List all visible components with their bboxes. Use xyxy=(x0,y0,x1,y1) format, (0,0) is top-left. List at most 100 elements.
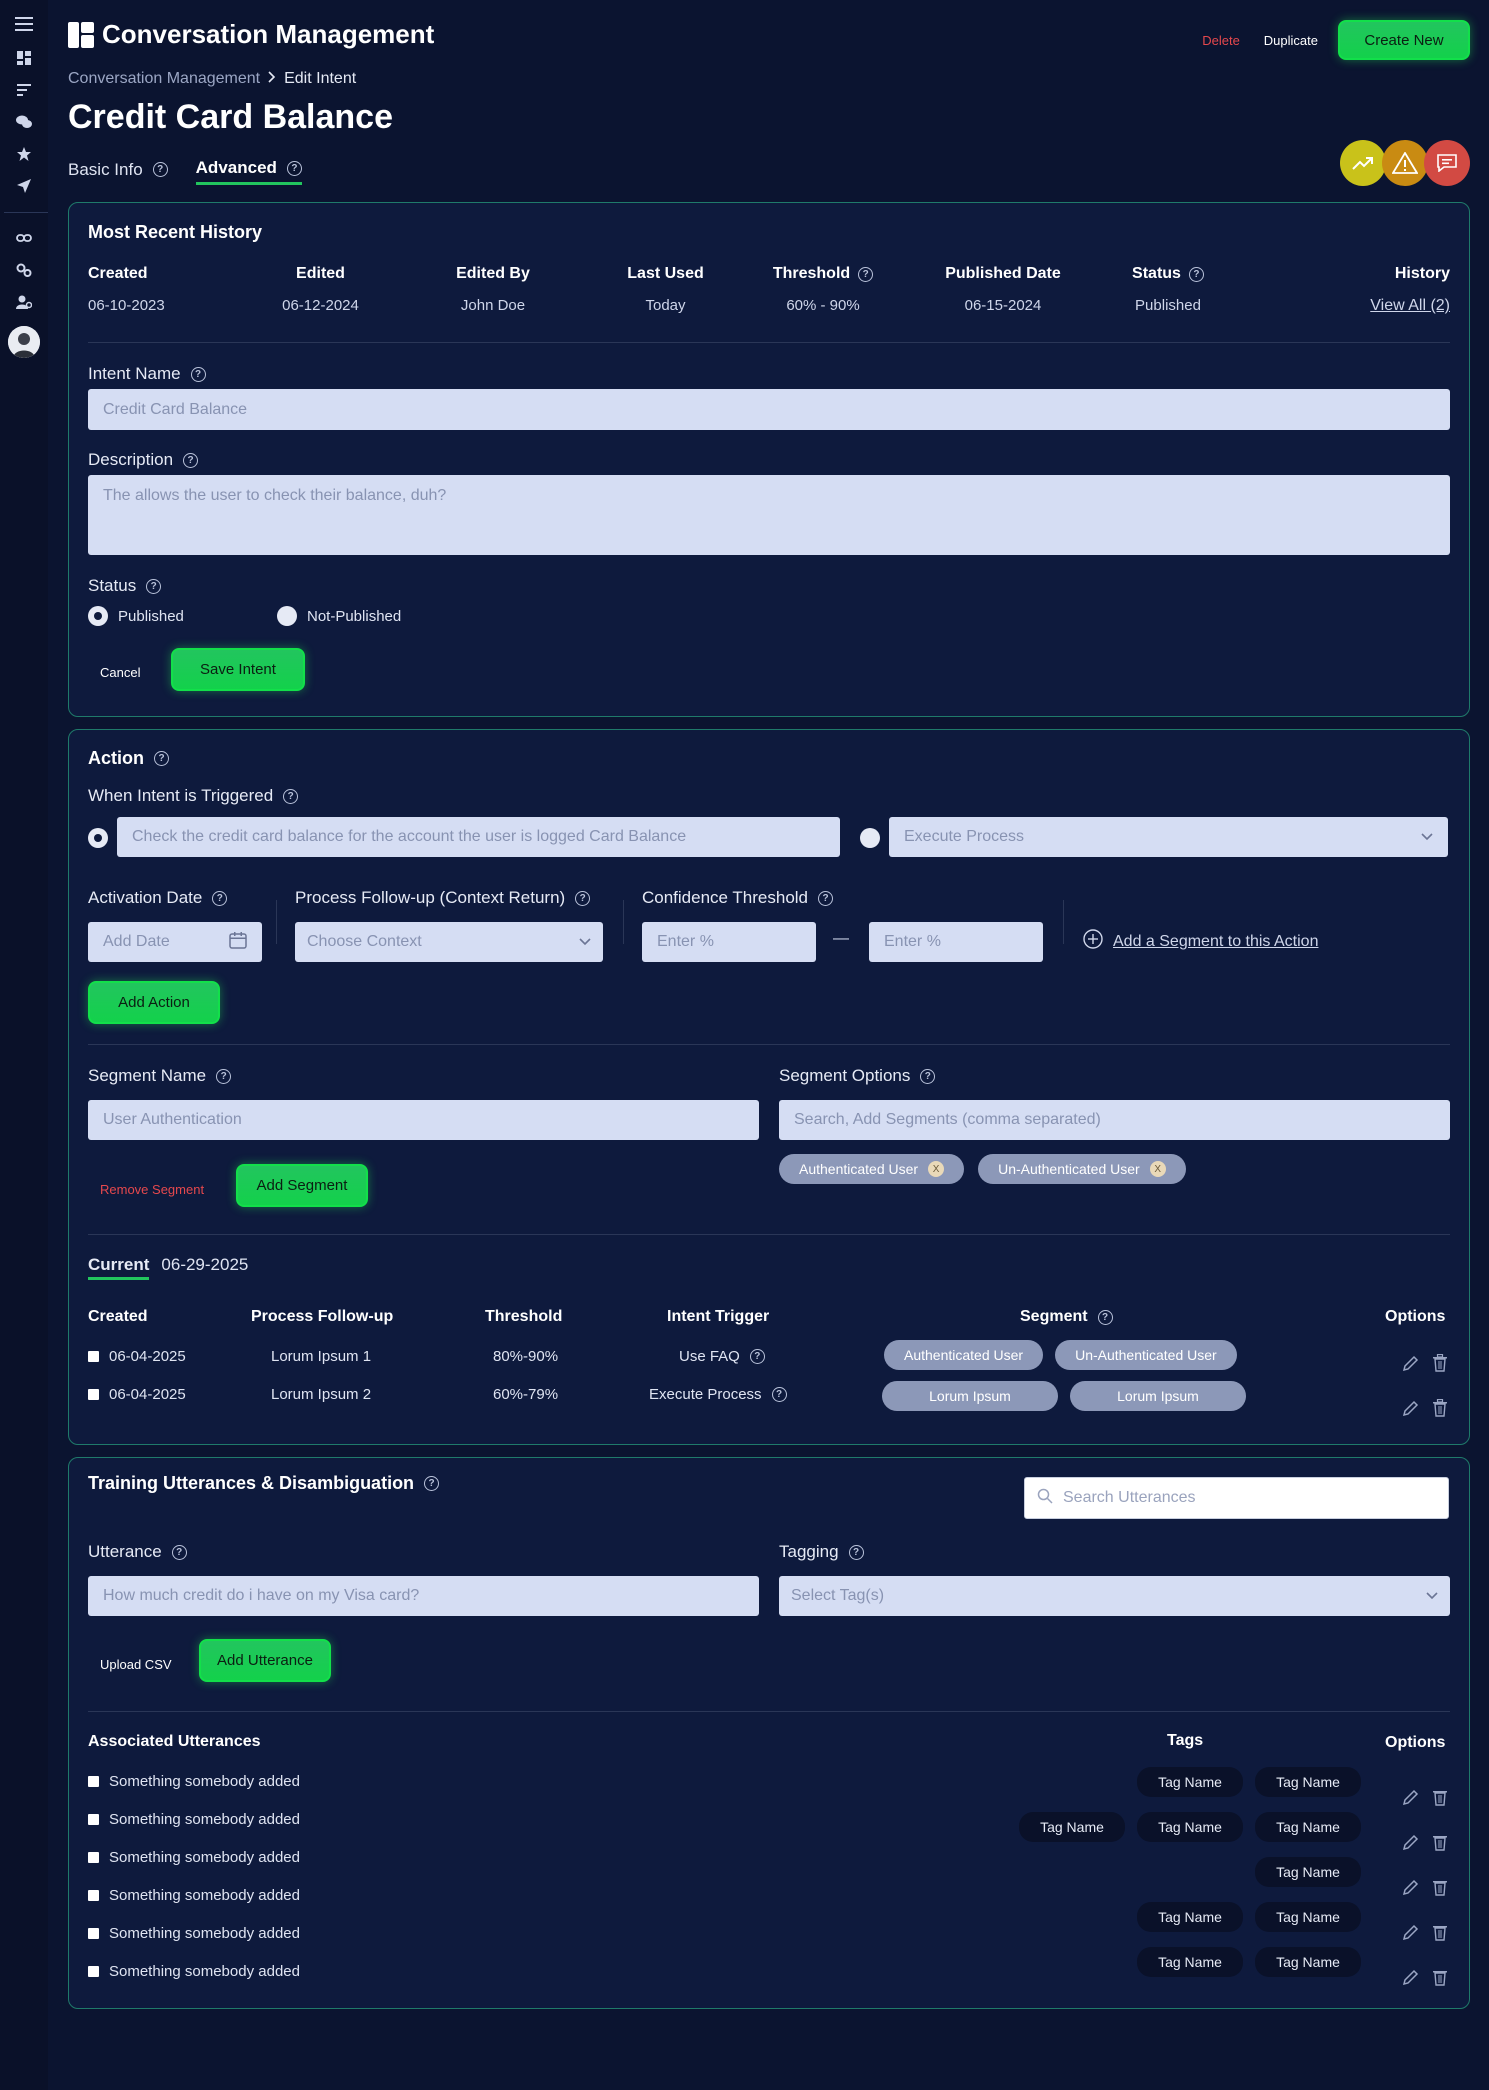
view-all-link[interactable]: View All (2) xyxy=(1370,297,1450,314)
tag-pill[interactable]: Tag Name xyxy=(1019,1812,1125,1842)
add-utterance-button[interactable]: Add Utterance xyxy=(199,1639,331,1682)
help-icon[interactable]: ? xyxy=(848,1544,864,1560)
edit-icon[interactable] xyxy=(1402,1833,1420,1851)
save-intent-button[interactable]: Save Intent xyxy=(171,648,305,691)
process-select[interactable]: Execute Process xyxy=(889,817,1448,857)
row-checkbox[interactable] xyxy=(88,1814,99,1825)
radio-published[interactable]: Published xyxy=(88,606,184,626)
cancel-button[interactable]: Cancel xyxy=(88,657,152,688)
process-radio[interactable] xyxy=(860,828,880,848)
context-select[interactable]: Choose Context xyxy=(295,922,603,962)
trigger-input[interactable]: Check the credit card balance for the ac… xyxy=(117,817,840,857)
trending-icon[interactable] xyxy=(1340,140,1386,186)
help-icon[interactable]: ? xyxy=(190,366,206,382)
menu-icon[interactable] xyxy=(14,14,34,34)
trash-icon[interactable] xyxy=(1432,1398,1450,1417)
create-new-button[interactable]: Create New xyxy=(1338,20,1470,60)
description-textarea[interactable]: The allows the user to check their balan… xyxy=(88,475,1450,555)
help-icon[interactable]: ? xyxy=(1097,1309,1113,1325)
help-icon[interactable]: ? xyxy=(286,160,302,176)
row-checkbox[interactable] xyxy=(88,1966,99,1977)
message-icon[interactable] xyxy=(1424,140,1470,186)
edit-icon[interactable] xyxy=(1402,1968,1420,1986)
tag-pill[interactable]: Tag Name xyxy=(1255,1947,1361,1977)
tag-pill[interactable]: Tag Name xyxy=(1255,1767,1361,1797)
tag-pill[interactable]: Tag Name xyxy=(1137,1767,1243,1797)
segment-name-input[interactable]: User Authentication xyxy=(88,1100,759,1140)
help-icon[interactable]: ? xyxy=(920,1068,936,1084)
tag-pill[interactable]: Tag Name xyxy=(1137,1812,1243,1842)
radio-button[interactable] xyxy=(88,606,108,626)
radio-not-published[interactable]: Not-Published xyxy=(277,606,401,626)
radio-button[interactable] xyxy=(277,606,297,626)
utterance-input[interactable]: How much credit do i have on my Visa car… xyxy=(88,1576,759,1616)
activation-date-input[interactable]: Add Date xyxy=(88,922,262,962)
search-utterances-input[interactable]: Search Utterances xyxy=(1024,1477,1449,1519)
current-tab[interactable]: Current xyxy=(88,1255,150,1280)
help-icon[interactable]: ? xyxy=(216,1068,232,1084)
tag-pill[interactable]: Tag Name xyxy=(1137,1947,1243,1977)
warning-icon[interactable] xyxy=(1382,140,1428,186)
breadcrumb-parent[interactable]: Conversation Management xyxy=(68,70,260,88)
help-icon[interactable]: ? xyxy=(146,578,162,594)
user-settings-icon[interactable] xyxy=(14,292,34,312)
trash-icon[interactable] xyxy=(1432,1353,1450,1372)
settings-icon[interactable] xyxy=(14,260,34,280)
row-checkbox[interactable] xyxy=(88,1776,99,1787)
add-segment-button[interactable]: Add Segment xyxy=(236,1164,368,1207)
close-icon[interactable]: X xyxy=(1149,1161,1166,1177)
close-icon[interactable]: X xyxy=(928,1161,945,1177)
row-checkbox[interactable] xyxy=(88,1890,99,1901)
help-icon[interactable]: ? xyxy=(575,890,591,906)
help-icon[interactable]: ? xyxy=(152,162,168,177)
add-action-button[interactable]: Add Action xyxy=(88,981,220,1024)
help-icon[interactable]: ? xyxy=(183,452,199,468)
confidence-max-input[interactable]: Enter % xyxy=(869,922,1043,962)
row-checkbox[interactable] xyxy=(88,1852,99,1863)
help-icon[interactable]: ? xyxy=(424,1476,440,1491)
tab-basic-info[interactable]: Basic Info ? xyxy=(68,158,168,185)
help-icon[interactable]: ? xyxy=(171,1544,187,1560)
tag-pill[interactable]: Tag Name xyxy=(1255,1812,1361,1842)
edit-icon[interactable] xyxy=(1402,1399,1420,1417)
calendar-icon[interactable] xyxy=(229,931,247,954)
help-icon[interactable]: ? xyxy=(212,890,228,906)
edit-icon[interactable] xyxy=(1402,1878,1420,1896)
trigger-radio[interactable] xyxy=(88,828,108,848)
edit-icon[interactable] xyxy=(1402,1788,1420,1806)
send-icon[interactable] xyxy=(14,176,34,196)
trash-icon[interactable] xyxy=(1432,1968,1450,1986)
segment-options-input[interactable]: Search, Add Segments (comma separated) xyxy=(779,1100,1450,1140)
tag-select[interactable]: Select Tag(s) xyxy=(779,1576,1450,1616)
trash-icon[interactable] xyxy=(1432,1878,1450,1896)
add-segment-link[interactable]: Add a Segment to this Action xyxy=(1083,929,1318,954)
trash-icon[interactable] xyxy=(1432,1833,1450,1851)
help-icon[interactable]: ? xyxy=(1188,266,1204,282)
help-icon[interactable]: ? xyxy=(749,1349,765,1364)
link-icon[interactable] xyxy=(14,228,34,248)
star-icon[interactable] xyxy=(14,144,34,164)
dashboard-icon[interactable] xyxy=(14,48,34,68)
duplicate-button[interactable]: Duplicate xyxy=(1252,25,1330,56)
tag-pill[interactable]: Tag Name xyxy=(1255,1857,1361,1887)
tag-pill[interactable]: Tag Name xyxy=(1255,1902,1361,1932)
trash-icon[interactable] xyxy=(1432,1923,1450,1941)
row-checkbox[interactable] xyxy=(88,1351,99,1362)
row-checkbox[interactable] xyxy=(88,1928,99,1939)
delete-button[interactable]: Delete xyxy=(1190,25,1252,56)
intent-name-input[interactable]: Credit Card Balance xyxy=(88,389,1450,430)
avatar[interactable] xyxy=(8,326,40,358)
chat-icon[interactable] xyxy=(14,112,34,132)
edit-icon[interactable] xyxy=(1402,1354,1420,1372)
edit-icon[interactable] xyxy=(1402,1923,1420,1941)
help-icon[interactable]: ? xyxy=(771,1387,787,1402)
row-checkbox[interactable] xyxy=(88,1389,99,1400)
tab-advanced[interactable]: Advanced ? xyxy=(195,158,302,185)
tag-pill[interactable]: Tag Name xyxy=(1137,1902,1243,1932)
list-icon[interactable] xyxy=(14,80,34,100)
confidence-min-input[interactable]: Enter % xyxy=(642,922,816,962)
help-icon[interactable]: ? xyxy=(858,266,874,282)
help-icon[interactable]: ? xyxy=(283,788,299,804)
remove-segment-button[interactable]: Remove Segment xyxy=(88,1174,216,1205)
upload-csv-button[interactable]: Upload CSV xyxy=(88,1649,184,1680)
